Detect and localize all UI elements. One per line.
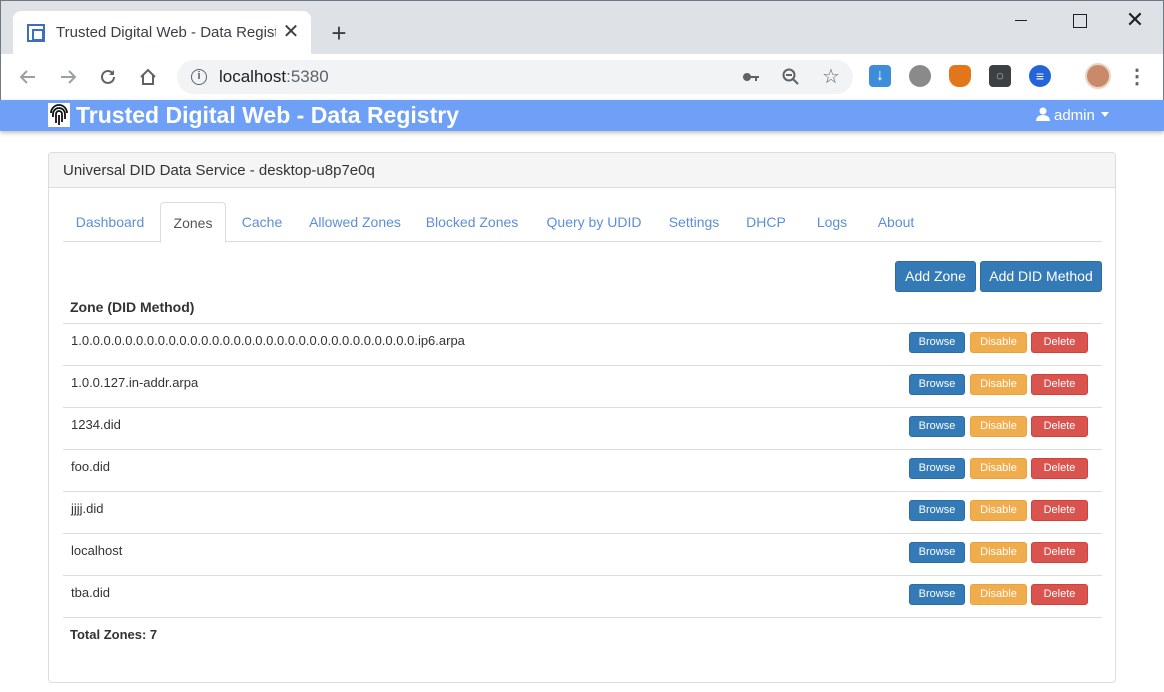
tab-about[interactable]: About [864, 202, 928, 242]
delete-button[interactable]: Delete [1031, 416, 1088, 437]
panel-title: Universal DID Data Service - desktop-u8p… [63, 162, 375, 179]
total-zones: Total Zones: 7 [70, 627, 158, 642]
browse-button[interactable]: Browse [909, 500, 965, 521]
browse-button[interactable]: Browse [909, 332, 965, 353]
app-brand[interactable]: Trusted Digital Web - Data Registry [76, 102, 459, 129]
tab-close-icon[interactable]: ✕ [281, 21, 301, 43]
tab-dashboard[interactable]: Dashboard [63, 202, 157, 242]
zone-name: jjjj.did [71, 501, 104, 516]
table-row: jjjj.did Browse Disable Delete [63, 491, 1102, 533]
delete-button[interactable]: Delete [1031, 584, 1088, 605]
tab-query-by-udid[interactable]: Query by UDID [532, 202, 656, 242]
delete-button[interactable]: Delete [1031, 542, 1088, 563]
fingerprint-icon [48, 103, 70, 127]
profile-avatar[interactable] [1085, 63, 1111, 89]
browser-titlebar: Trusted Digital Web - Data Registry ✕ + … [0, 0, 1164, 55]
panel-heading: Universal DID Data Service - desktop-u8p… [49, 153, 1115, 188]
disable-button[interactable]: Disable [970, 584, 1027, 605]
zone-name: 1.0.0.0.0.0.0.0.0.0.0.0.0.0.0.0.0.0.0.0.… [71, 333, 465, 348]
home-button[interactable] [133, 62, 163, 92]
delete-button[interactable]: Delete [1031, 374, 1088, 395]
app-navbar: Trusted Digital Web - Data Registry admi… [0, 100, 1164, 131]
add-zone-button[interactable]: Add Zone [895, 261, 976, 292]
key-icon[interactable] [739, 66, 763, 88]
lightbulb-extension-icon[interactable]: ◌ [989, 65, 1011, 87]
forward-button[interactable] [53, 62, 83, 92]
home-icon [140, 68, 156, 85]
tab-zones[interactable]: Zones [160, 202, 226, 243]
delete-button[interactable]: Delete [1031, 332, 1088, 353]
browser-tab[interactable]: Trusted Digital Web - Data Registry ✕ [13, 11, 311, 55]
browse-button[interactable]: Browse [909, 416, 965, 437]
maximize-window-button[interactable] [1059, 7, 1099, 35]
disable-button[interactable]: Disable [970, 458, 1027, 479]
caret-down-icon [1100, 112, 1109, 117]
table-footer: Total Zones: 7 [63, 617, 1102, 651]
reload-button[interactable] [93, 62, 123, 92]
site-favicon-icon [27, 24, 45, 42]
zone-name: 1.0.0.127.in-addr.arpa [71, 375, 199, 390]
add-did-method-button[interactable]: Add DID Method [980, 261, 1102, 292]
disable-button[interactable]: Disable [970, 542, 1027, 563]
info-icon[interactable]: i [191, 69, 207, 85]
download-extension-icon[interactable]: ↓ [869, 65, 891, 87]
disable-button[interactable]: Disable [970, 332, 1027, 353]
table-row: 1.0.0.127.in-addr.arpa Browse Disable De… [63, 365, 1102, 407]
tab-settings[interactable]: Settings [659, 202, 729, 242]
user-name: admin [1054, 107, 1095, 124]
browse-button[interactable]: Browse [909, 542, 965, 563]
browser-toolbar: i localhost:5380 ☆ ↓ ◌ ≡ ⋮ [0, 54, 1164, 100]
table-row: foo.did Browse Disable Delete [63, 449, 1102, 491]
tab-allowed-zones[interactable]: Allowed Zones [298, 202, 412, 242]
film-reel-extension-icon[interactable] [909, 65, 931, 87]
browse-button[interactable]: Browse [909, 458, 965, 479]
table-row: tba.did Browse Disable Delete [63, 575, 1102, 617]
star-icon[interactable]: ☆ [819, 66, 843, 88]
tab-title: Trusted Digital Web - Data Registry [56, 24, 276, 41]
tab-logs[interactable]: Logs [803, 202, 861, 242]
tab-blocked-zones[interactable]: Blocked Zones [415, 202, 529, 242]
zone-column-header: Zone (DID Method) [70, 299, 195, 315]
table-row: localhost Browse Disable Delete [63, 533, 1102, 575]
user-icon [1036, 107, 1050, 121]
table-row: 1234.did Browse Disable Delete [63, 407, 1102, 449]
fox-extension-icon[interactable] [949, 65, 971, 87]
new-tab-button[interactable]: + [325, 19, 353, 47]
disable-button[interactable]: Disable [970, 374, 1027, 395]
tab-dhcp[interactable]: DHCP [732, 202, 800, 242]
blue-extension-icon[interactable]: ≡ [1029, 65, 1051, 87]
nav-tabs: Dashboard Zones Cache Allowed Zones Bloc… [63, 202, 1102, 243]
disable-button[interactable]: Disable [970, 500, 1027, 521]
disable-button[interactable]: Disable [970, 416, 1027, 437]
minimize-window-button[interactable] [1001, 7, 1041, 35]
address-bar[interactable]: i localhost:5380 ☆ [177, 60, 853, 94]
tab-cache[interactable]: Cache [229, 202, 295, 242]
user-menu[interactable]: admin [1036, 107, 1109, 124]
delete-button[interactable]: Delete [1031, 458, 1088, 479]
back-button[interactable] [13, 62, 43, 92]
zone-name: localhost [71, 543, 123, 558]
main-panel: Universal DID Data Service - desktop-u8p… [48, 152, 1116, 683]
zone-name: tba.did [71, 585, 111, 600]
zone-name: 1234.did [71, 417, 121, 432]
delete-button[interactable]: Delete [1031, 500, 1088, 521]
zone-name: foo.did [71, 459, 111, 474]
browse-button[interactable]: Browse [909, 584, 965, 605]
more-vertical-icon[interactable]: ⋮ [1125, 65, 1149, 89]
reload-icon [101, 69, 115, 84]
close-window-button[interactable]: ✕ [1115, 7, 1155, 35]
table-row: 1.0.0.0.0.0.0.0.0.0.0.0.0.0.0.0.0.0.0.0.… [63, 323, 1102, 365]
arrow-right-icon [61, 70, 77, 84]
zoom-out-icon[interactable] [779, 66, 803, 88]
url-text[interactable]: localhost:5380 [219, 67, 329, 87]
arrow-left-icon [19, 70, 35, 84]
browse-button[interactable]: Browse [909, 374, 965, 395]
